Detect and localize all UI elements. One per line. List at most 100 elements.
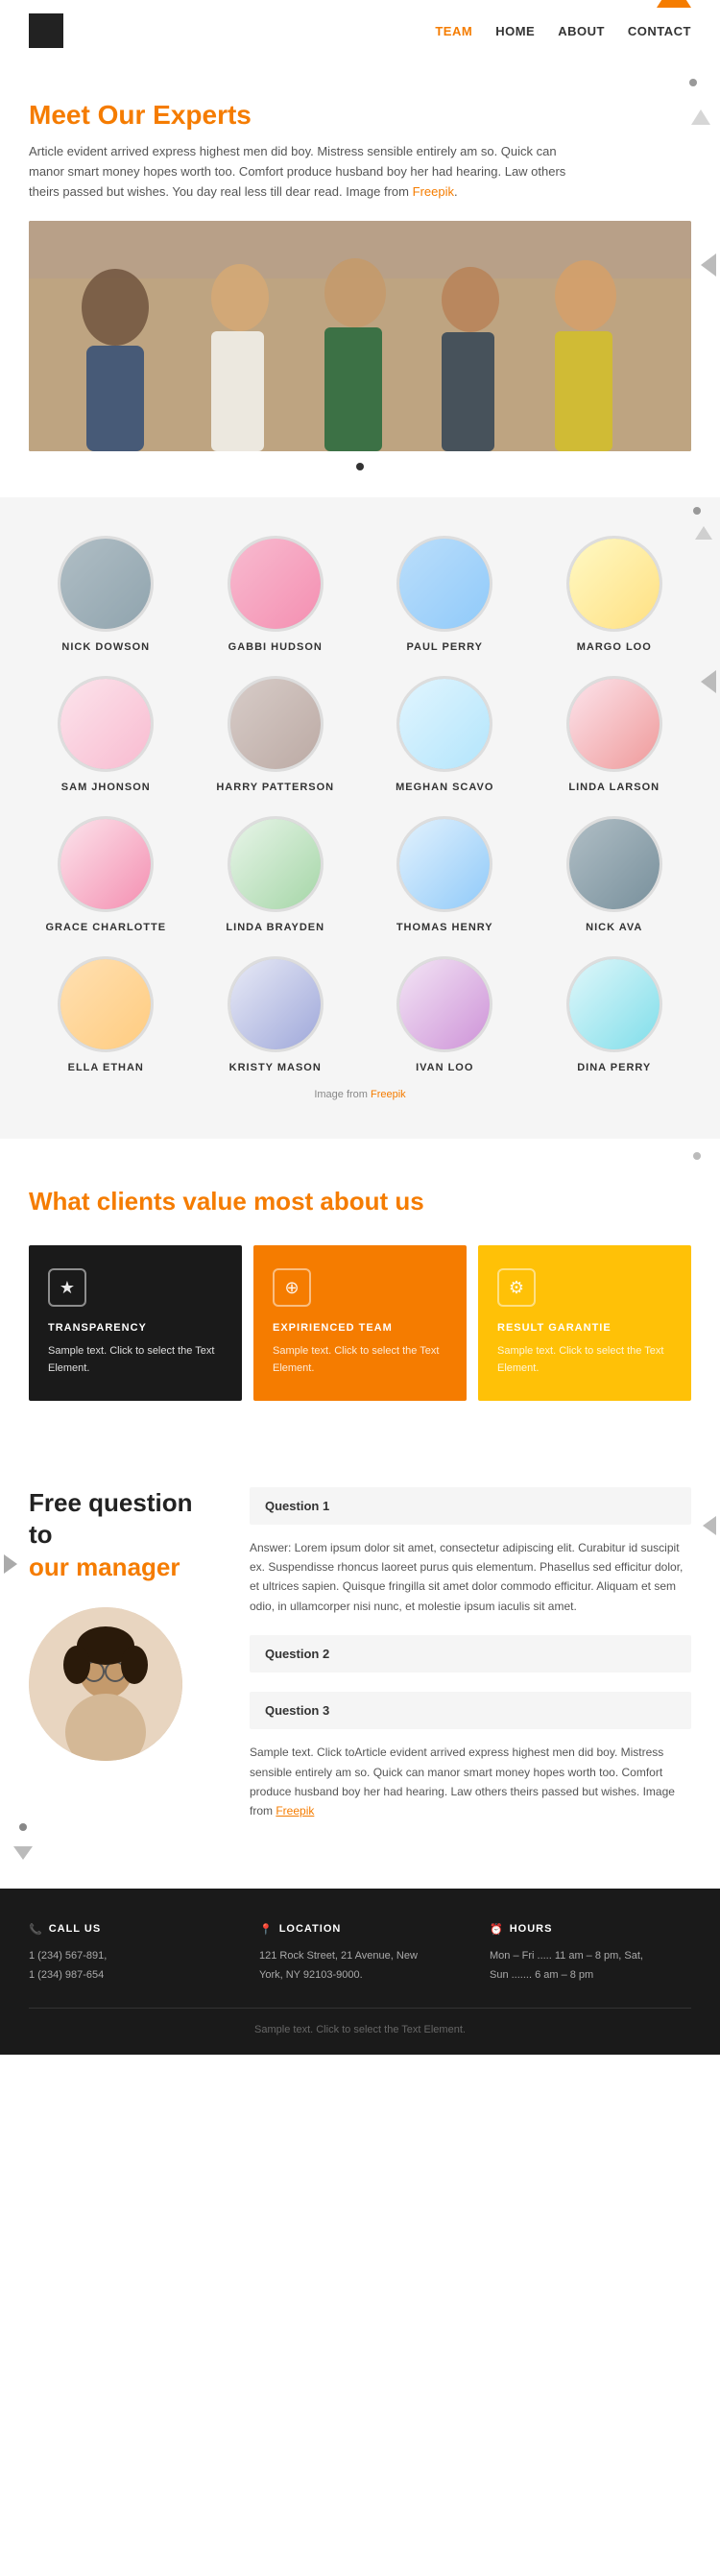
avatar-image bbox=[399, 679, 490, 769]
team-avatar[interactable] bbox=[58, 676, 154, 772]
team-member: LINDA LARSON bbox=[538, 676, 692, 793]
faq-right: Question 1 Answer: Lorem ipsum dolor sit… bbox=[250, 1487, 691, 1841]
footer-bottom: Sample text. Click to select the Text El… bbox=[29, 2008, 691, 2035]
team-member-name: LINDA BRAYDEN bbox=[199, 922, 353, 933]
team-member-name: IVAN LOO bbox=[368, 1062, 522, 1073]
team-member: PAUL PERRY bbox=[368, 536, 522, 653]
footer-col: 📞 CALL US 1 (234) 567-891,1 (234) 987-65… bbox=[29, 1923, 230, 1986]
team-avatar[interactable] bbox=[228, 536, 324, 632]
team-member-name: LINDA LARSON bbox=[538, 782, 692, 793]
deco-arrow-right bbox=[701, 253, 716, 277]
faq-section: Free question toour manager Question 1 A… bbox=[0, 1439, 720, 1889]
team-section: NICK DOWSON GABBI HUDSON PAUL PERRY MARG… bbox=[0, 497, 720, 1139]
team-member-name: MARGO LOO bbox=[538, 641, 692, 653]
client-card[interactable]: ⊕ EXPIRIENCED TEAM Sample text. Click to… bbox=[253, 1245, 467, 1400]
nav-home[interactable]: HOME bbox=[495, 24, 535, 38]
hero-title: Meet Our Experts bbox=[29, 100, 691, 131]
avatar-image bbox=[569, 959, 660, 1049]
footer: 📞 CALL US 1 (234) 567-891,1 (234) 987-65… bbox=[0, 1889, 720, 2056]
avatar-image bbox=[230, 959, 321, 1049]
footer-icon: 📍 bbox=[259, 1923, 274, 1936]
team-avatar[interactable] bbox=[566, 676, 662, 772]
navigation: TEAM HOME ABOUT CONTACT bbox=[0, 0, 720, 61]
faq-avatar bbox=[29, 1607, 182, 1761]
team-member: GABBI HUDSON bbox=[199, 536, 353, 653]
team-member-name: MEGHAN SCAVO bbox=[368, 782, 522, 793]
hero-description: Article evident arrived express highest … bbox=[29, 142, 566, 202]
team-member-name: GRACE CHARLOTTE bbox=[29, 922, 183, 933]
pagination-dot-active[interactable] bbox=[356, 463, 364, 470]
deco-dot-faq bbox=[19, 1823, 27, 1831]
team-member: GRACE CHARLOTTE bbox=[29, 816, 183, 933]
footer-line: Mon – Fri ..... 11 am – 8 pm, Sat, bbox=[490, 1947, 691, 1966]
footer-line: York, NY 92103-9000. bbox=[259, 1966, 461, 1986]
team-member-name: THOMAS HENRY bbox=[368, 922, 522, 933]
faq-answer-link[interactable]: Freepik bbox=[276, 1804, 314, 1818]
avatar-image bbox=[60, 819, 151, 909]
team-avatar[interactable] bbox=[228, 676, 324, 772]
nav-links: TEAM HOME ABOUT CONTACT bbox=[435, 24, 691, 38]
hero-svg bbox=[29, 221, 691, 451]
avatar-image bbox=[60, 679, 151, 769]
faq-answer: Sample text. Click toArticle evident arr… bbox=[250, 1729, 691, 1821]
hero-credit-link[interactable]: Freepik bbox=[413, 184, 454, 199]
faq-question[interactable]: Question 2 bbox=[250, 1635, 691, 1673]
hero-people-photo bbox=[29, 221, 691, 451]
footer-line: 121 Rock Street, 21 Avenue, New bbox=[259, 1947, 461, 1966]
card-title: TRANSPARENCY bbox=[48, 1322, 223, 1334]
hero-image bbox=[29, 221, 691, 451]
avatar-image bbox=[230, 679, 321, 769]
team-member-name: GABBI HUDSON bbox=[199, 641, 353, 653]
team-avatar[interactable] bbox=[396, 956, 492, 1052]
team-member: KRISTY MASON bbox=[199, 956, 353, 1073]
team-member: MARGO LOO bbox=[538, 536, 692, 653]
logo[interactable] bbox=[29, 13, 63, 48]
team-member: THOMAS HENRY bbox=[368, 816, 522, 933]
avatar-image bbox=[60, 539, 151, 629]
hero-pagination bbox=[29, 451, 691, 478]
card-text: Sample text. Click to select the Text El… bbox=[273, 1343, 447, 1377]
deco-tri-1 bbox=[691, 109, 710, 125]
team-grid: NICK DOWSON GABBI HUDSON PAUL PERRY MARG… bbox=[29, 536, 691, 1073]
team-avatar[interactable] bbox=[58, 816, 154, 912]
team-member: MEGHAN SCAVO bbox=[368, 676, 522, 793]
avatar-image bbox=[399, 959, 490, 1049]
team-member-name: NICK AVA bbox=[538, 922, 692, 933]
team-member: LINDA BRAYDEN bbox=[199, 816, 353, 933]
nav-about[interactable]: ABOUT bbox=[558, 24, 605, 38]
team-avatar[interactable] bbox=[566, 536, 662, 632]
team-avatar[interactable] bbox=[228, 956, 324, 1052]
nav-contact[interactable]: CONTACT bbox=[628, 24, 691, 38]
avatar-image bbox=[399, 819, 490, 909]
footer-icon: 📞 bbox=[29, 1923, 43, 1936]
team-avatar[interactable] bbox=[566, 956, 662, 1052]
avatar-image bbox=[569, 539, 660, 629]
card-title: RESULT GARANTIE bbox=[497, 1322, 672, 1334]
team-avatar[interactable] bbox=[58, 536, 154, 632]
team-avatar[interactable] bbox=[228, 816, 324, 912]
team-member-name: NICK DOWSON bbox=[29, 641, 183, 653]
client-card[interactable]: ⚙ RESULT GARANTIE Sample text. Click to … bbox=[478, 1245, 691, 1400]
team-avatar[interactable] bbox=[58, 956, 154, 1052]
team-avatar[interactable] bbox=[396, 816, 492, 912]
team-avatar[interactable] bbox=[396, 536, 492, 632]
faq-question[interactable]: Question 1 bbox=[250, 1487, 691, 1525]
team-member-name: KRISTY MASON bbox=[199, 1062, 353, 1073]
footer-col-title: 📞 CALL US bbox=[29, 1923, 230, 1936]
team-member: NICK AVA bbox=[538, 816, 692, 933]
team-member-name: DINA PERRY bbox=[538, 1062, 692, 1073]
client-card[interactable]: ★ TRANSPARENCY Sample text. Click to sel… bbox=[29, 1245, 242, 1400]
footer-line: 1 (234) 567-891, bbox=[29, 1947, 230, 1966]
team-member: HARRY PATTERSON bbox=[199, 676, 353, 793]
team-member: NICK DOWSON bbox=[29, 536, 183, 653]
team-avatar[interactable] bbox=[396, 676, 492, 772]
faq-item: Question 1 Answer: Lorem ipsum dolor sit… bbox=[250, 1487, 691, 1617]
team-avatar[interactable] bbox=[566, 816, 662, 912]
faq-left: Free question toour manager bbox=[29, 1487, 221, 1841]
nav-team[interactable]: TEAM bbox=[435, 24, 472, 38]
footer-line: Sun ....... 6 am – 8 pm bbox=[490, 1966, 691, 1986]
card-icon: ⚙ bbox=[497, 1268, 536, 1307]
team-credit-link[interactable]: Freepik bbox=[371, 1089, 406, 1100]
deco-arrow-team bbox=[701, 670, 716, 693]
faq-question[interactable]: Question 3 bbox=[250, 1692, 691, 1729]
